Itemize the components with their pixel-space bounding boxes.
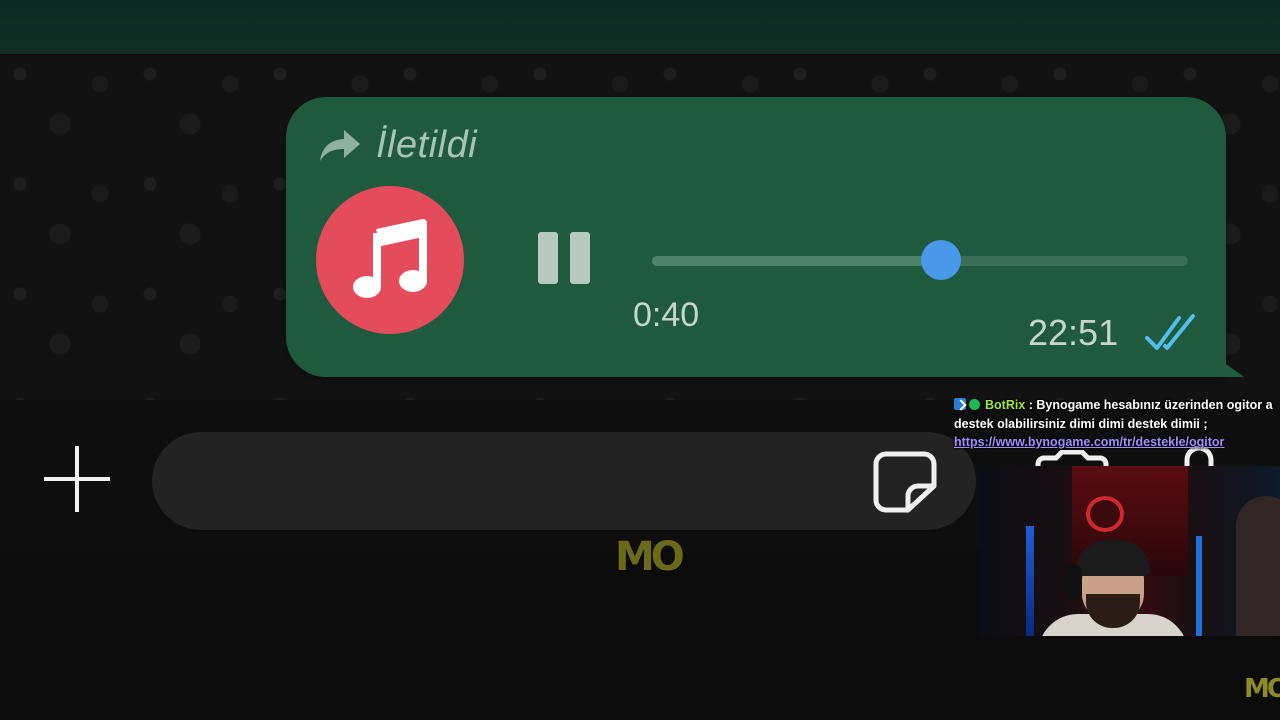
streamer-beanie (1076, 540, 1150, 576)
pause-button[interactable] (538, 232, 596, 288)
webcam-light-right (1196, 536, 1202, 636)
watermark-logo: MO (615, 534, 685, 580)
audio-elapsed-time: 0:40 (633, 296, 700, 334)
audio-progress-track[interactable] (652, 256, 1188, 266)
verified-badge-icon (969, 399, 980, 410)
webcam-light-left (1026, 526, 1034, 636)
webcam-streamer (1038, 540, 1188, 636)
double-check-icon (1145, 314, 1195, 350)
streamer-webcam (980, 466, 1280, 636)
message-input[interactable] (152, 432, 976, 530)
plus-icon[interactable] (44, 446, 110, 512)
webcam-background-person (1236, 496, 1280, 636)
forwarded-label: İletildi (376, 124, 478, 166)
forward-arrow-icon (320, 129, 360, 161)
pause-icon (538, 232, 558, 284)
corner-watermark-logo: MO (1244, 674, 1280, 704)
chat-header-bar (0, 0, 1280, 54)
stream-chat-message: BotRix : Bynogame hesabınız üzerinden og… (954, 396, 1280, 452)
chat-username[interactable]: BotRix (985, 398, 1025, 412)
message-timestamp: 22:51 (1028, 312, 1119, 353)
audio-avatar (316, 186, 464, 334)
forwarded-indicator: İletildi (318, 124, 477, 167)
webcam-wall-logo (1086, 496, 1124, 532)
sticker-icon[interactable] (872, 450, 938, 514)
bot-badge-icon (954, 398, 966, 410)
music-note-icon (353, 219, 427, 298)
pause-icon-bar (570, 232, 590, 284)
audio-progress-fill (652, 256, 942, 266)
chat-link[interactable]: https://www.bynogame.com/tr/destekle/ogi… (954, 435, 1224, 449)
streamer-headset (1066, 564, 1082, 600)
chat-separator: : (1025, 398, 1037, 412)
